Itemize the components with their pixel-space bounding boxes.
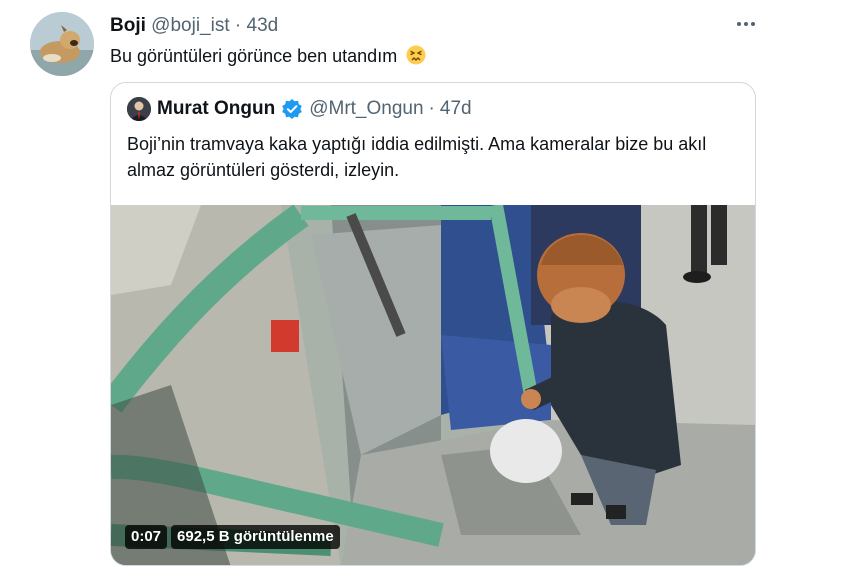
- author-avatar[interactable]: [30, 12, 94, 76]
- tweet-header: Boji @boji_ist · 43d: [110, 14, 278, 38]
- video-duration: 0:07: [125, 525, 168, 549]
- quoted-author-handle[interactable]: @Mrt_Ongun: [309, 97, 423, 121]
- video-view-count: 692,5 B görüntülenme: [171, 525, 340, 549]
- tweet-age[interactable]: 43d: [247, 15, 279, 36]
- quoted-tweet-age[interactable]: 47d: [440, 97, 472, 121]
- video-badges: 0:07 692,5 B görüntülenme: [125, 525, 340, 549]
- separator: ·: [234, 15, 242, 36]
- video-frame: [111, 205, 755, 565]
- quoted-tweet-text: Boji’nin tramvaya kaka yaptığı iddia edi…: [127, 134, 707, 180]
- confounded-face-emoji: [406, 45, 426, 65]
- author-handle[interactable]: @boji_ist: [151, 15, 229, 36]
- quoted-tweet[interactable]: Murat Ongun @Mrt_Ongun · 47d Boji’nin tr…: [110, 82, 756, 566]
- quoted-tweet-header: Murat Ongun @Mrt_Ongun · 47d: [157, 97, 472, 121]
- author-name[interactable]: Boji: [110, 15, 146, 36]
- more-icon[interactable]: [734, 12, 758, 36]
- quoted-author-avatar[interactable]: [127, 97, 151, 121]
- tweet-text: Bu görüntüleri görünce ben utandım: [110, 44, 426, 68]
- separator: ·: [428, 98, 435, 119]
- verified-badge-icon: [281, 98, 303, 120]
- quoted-author-name[interactable]: Murat Ongun: [157, 97, 275, 121]
- video-player[interactable]: [111, 205, 755, 565]
- tweet-text-content: Bu görüntüleri görünce ben utandım: [110, 46, 398, 66]
- tweet[interactable]: Boji @boji_ist · 43d Bu görüntüleri görü…: [0, 0, 850, 575]
